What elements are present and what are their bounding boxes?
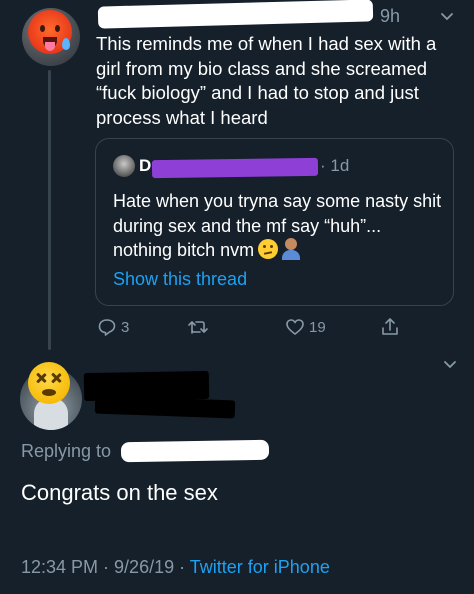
tweet-metadata: 12:34 PM · 9/26/19 · Twitter for iPhone <box>21 557 330 578</box>
redacted-author-name <box>97 0 374 29</box>
like-icon <box>286 319 304 335</box>
timestamp: 12:34 PM · 9/26/19 · <box>21 557 186 577</box>
quoted-text: Hate when you tryna say some nasty shit … <box>113 189 443 263</box>
like-button[interactable]: 19 <box>285 316 326 338</box>
replying-to-label: Replying to <box>21 441 112 461</box>
tweet-text: This reminds me of when I had sex with a… <box>96 33 437 128</box>
reply-text: Congrats on the sex <box>21 480 218 505</box>
show-thread-link[interactable]: Show this thread <box>113 269 247 290</box>
dizzy-face-emoji <box>28 362 70 404</box>
confused-face-emoji <box>258 239 279 259</box>
redacted-reply-author-handle <box>94 395 236 419</box>
like-count: 19 <box>309 318 326 336</box>
source-link[interactable]: Twitter for iPhone <box>190 557 330 577</box>
redacted-quoted-author <box>151 157 319 179</box>
quoted-tweet[interactable]: D · 1d Hate when you tryna say some nast… <box>95 138 454 306</box>
quoted-time: · 1d <box>320 156 350 175</box>
share-button[interactable] <box>380 316 400 338</box>
reply-icon <box>98 319 116 336</box>
thread-line <box>48 70 51 350</box>
reply-button[interactable]: 3 <box>97 316 129 338</box>
chevron-down-icon[interactable] <box>443 357 457 371</box>
avatar-tweet-author[interactable] <box>22 8 80 66</box>
share-icon <box>382 318 398 335</box>
tweet-time[interactable]: 9h <box>380 6 400 27</box>
hot-face-emoji <box>28 10 72 54</box>
reply-count: 3 <box>121 318 130 336</box>
quoted-author-initial: D <box>139 156 152 175</box>
quoted-avatar <box>113 155 135 177</box>
retweet-button[interactable] <box>187 316 209 338</box>
retweet-icon <box>188 321 208 334</box>
man-shrugging-emoji <box>281 238 301 260</box>
chevron-down-icon[interactable] <box>440 9 454 23</box>
redacted-replying-to-handle <box>120 439 270 463</box>
